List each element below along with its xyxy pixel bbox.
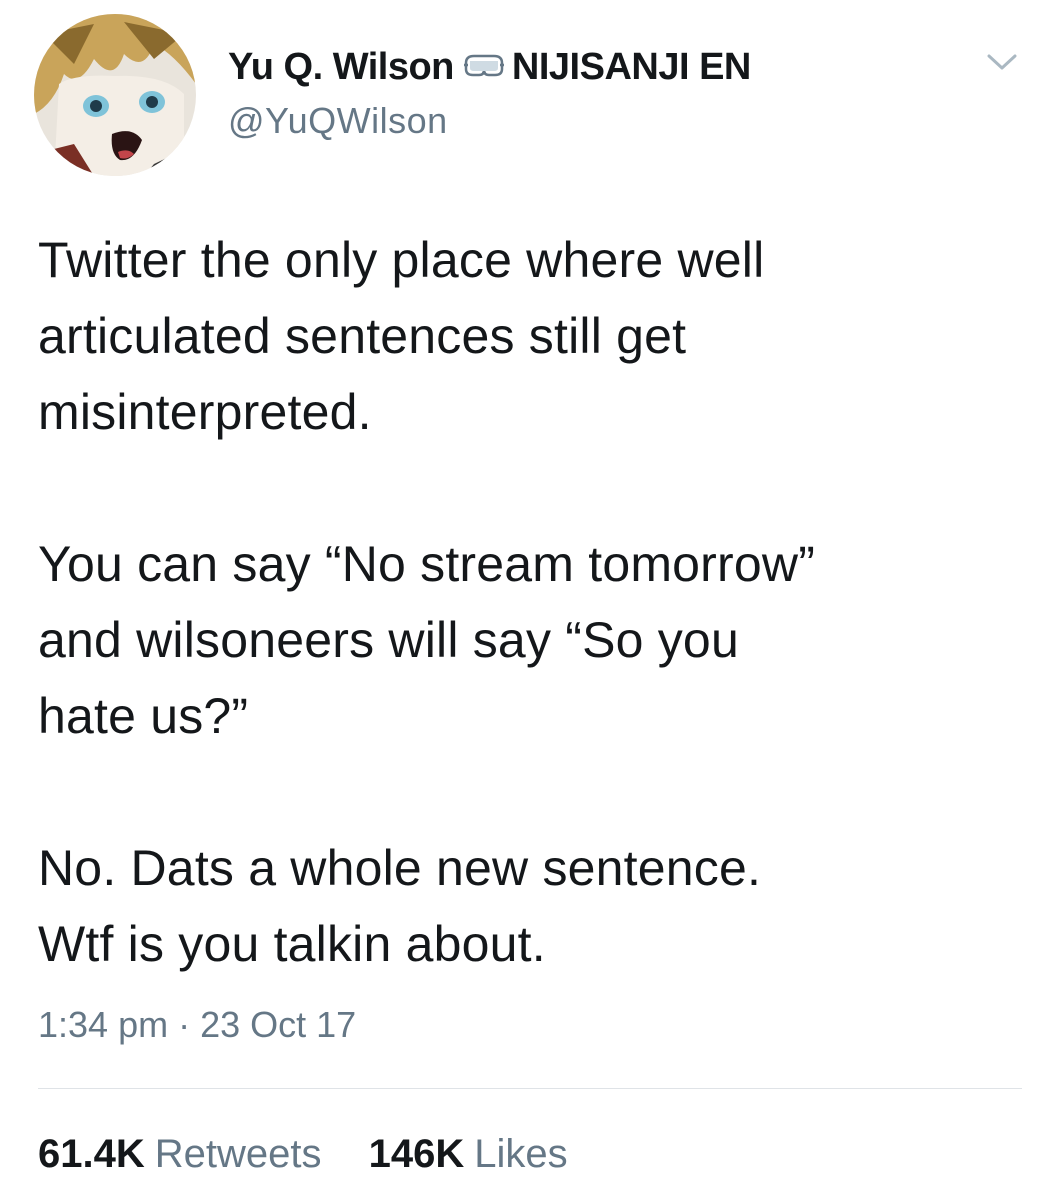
tweet-date: 23 Oct 17 (200, 1004, 357, 1045)
engagement-stats: 61.4K Retweets 146K Likes (38, 1132, 604, 1177)
tweet-paragraph: Twitter the only place where well articu… (38, 232, 765, 440)
likes-count: 146K (368, 1132, 465, 1176)
tweet-paragraph: You can say “No stream tomorrow” and wil… (38, 536, 816, 744)
timestamp-separator: · (178, 1004, 191, 1045)
display-name[interactable]: Yu Q. Wilson (228, 46, 454, 89)
tweet-card: Yu Q. Wilson NIJISANJI EN @YuQWilson Twi… (0, 0, 1057, 1200)
affiliation: NIJISANJI EN (511, 46, 751, 88)
tweet-paragraph: No. Dats a whole new sentence. Wtf is yo… (38, 840, 762, 972)
goggles-icon (462, 53, 506, 83)
tweet-text: Twitter the only place where well articu… (38, 222, 1028, 982)
handle[interactable]: @YuQWilson (228, 100, 448, 142)
likes-stat[interactable]: 146K Likes (369, 1132, 568, 1176)
retweets-count: 61.4K (38, 1132, 145, 1176)
retweets-label: Retweets (154, 1132, 322, 1176)
timestamp[interactable]: 1:34 pm · 23 Oct 17 (38, 1004, 356, 1046)
avatar[interactable] (34, 14, 196, 176)
tweet-time: 1:34 pm (38, 1004, 169, 1045)
divider (38, 1088, 1022, 1089)
name-row: Yu Q. Wilson NIJISANJI EN (228, 46, 751, 89)
retweets-stat[interactable]: 61.4K Retweets (38, 1132, 333, 1176)
chevron-down-icon[interactable] (986, 52, 1018, 72)
likes-label: Likes (474, 1132, 568, 1176)
